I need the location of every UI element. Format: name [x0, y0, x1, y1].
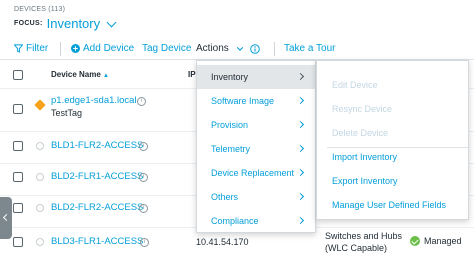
- select-all-checkbox[interactable]: [13, 70, 23, 80]
- submenu-item-delete-device[interactable]: Delete Device: [317, 121, 468, 145]
- actions-menu: Inventory Software Image Provision Telem…: [196, 60, 316, 233]
- menu-item-software-image[interactable]: Software Image: [197, 89, 315, 113]
- info-icon[interactable]: i: [140, 238, 149, 247]
- reachability-label: Managed: [424, 236, 462, 246]
- reachability-status: Managed: [410, 236, 462, 246]
- chevron-right-icon: [296, 96, 305, 105]
- plus-circle-icon: [71, 44, 80, 53]
- toolbar: Filter Add Device Tag Device Actions Tak…: [0, 38, 474, 60]
- focus-label: FOCUS:: [14, 20, 43, 27]
- menu-item-provision[interactable]: Provision: [197, 113, 315, 137]
- actions-button[interactable]: Actions: [196, 43, 260, 54]
- menu-item-compliance[interactable]: Compliance: [197, 209, 315, 233]
- tag-device-button[interactable]: Tag Device: [142, 43, 191, 54]
- take-tour-button[interactable]: Take a Tour: [284, 43, 336, 54]
- device-name-link[interactable]: BLD3-FLR1-ACCESS: [51, 236, 143, 247]
- page-header: DEVICES (113) FOCUS: Inventory: [14, 6, 117, 31]
- menu-item-inventory[interactable]: Inventory: [197, 65, 315, 89]
- info-icon[interactable]: i: [137, 97, 146, 106]
- submenu-item-import-inventory[interactable]: Import Inventory: [317, 145, 468, 169]
- focus-selector[interactable]: FOCUS: Inventory: [14, 16, 117, 31]
- take-tour-label: Take a Tour: [284, 43, 336, 54]
- column-header-ip[interactable]: IP: [188, 70, 196, 79]
- device-count-breadcrumb: DEVICES (113): [14, 6, 66, 13]
- row-checkbox[interactable]: [13, 141, 23, 151]
- chevron-down-icon[interactable]: [106, 17, 117, 27]
- filter-button[interactable]: Filter: [14, 43, 48, 54]
- info-icon[interactable]: [249, 43, 260, 54]
- device-name-link[interactable]: p1.edge1-sda1.local: [51, 95, 137, 106]
- inventory-submenu: Edit Device Resync Device Delete Device …: [316, 60, 469, 220]
- toolbar-divider: [274, 42, 275, 56]
- info-icon[interactable]: i: [139, 204, 148, 213]
- filter-icon: [14, 44, 23, 53]
- tag-icon: [34, 99, 46, 111]
- collapse-panel-handle[interactable]: [0, 197, 12, 239]
- device-status-icon: [34, 140, 46, 152]
- chevron-right-icon: [296, 72, 305, 81]
- row-checkbox[interactable]: [13, 172, 23, 182]
- chevron-right-icon: [296, 144, 305, 153]
- row-checkbox[interactable]: [13, 104, 23, 114]
- menu-item-others[interactable]: Others: [197, 185, 315, 209]
- filter-label: Filter: [26, 43, 49, 54]
- submenu-item-resync-device[interactable]: Resync Device: [317, 97, 468, 121]
- chevron-right-icon: [296, 120, 305, 129]
- submenu-item-edit-device[interactable]: Edit Device: [317, 73, 468, 97]
- ip-address: 10.41.54.170: [196, 237, 249, 247]
- device-name-link[interactable]: BLD1-FLR2-ACCESS: [51, 140, 143, 151]
- device-type: Switches and Hubs (WLC Capable): [325, 231, 403, 253]
- device-name-link[interactable]: BLD2-FLR2-ACCESS: [51, 202, 143, 213]
- row-checkbox[interactable]: [13, 237, 23, 247]
- check-circle-icon: [410, 236, 420, 246]
- device-name-link[interactable]: BLD2-FLR1-ACCESS: [51, 171, 143, 182]
- focus-value[interactable]: Inventory: [47, 16, 100, 31]
- submenu-item-manage-user-defined-fields[interactable]: Manage User Defined Fields: [317, 193, 468, 217]
- actions-label: Actions: [196, 43, 229, 54]
- device-tag: TestTag: [51, 108, 83, 118]
- menu-item-telemetry[interactable]: Telemetry: [197, 137, 315, 161]
- info-icon[interactable]: i: [139, 173, 148, 182]
- toolbar-divider: [60, 42, 61, 56]
- device-status-icon: [34, 171, 46, 183]
- add-device-label: Add Device: [83, 43, 135, 54]
- device-status-icon: [34, 236, 46, 248]
- chevron-right-icon: [296, 192, 305, 201]
- chevron-right-icon: [296, 216, 305, 225]
- chevron-right-icon: [296, 168, 305, 177]
- add-device-button[interactable]: Add Device: [71, 43, 134, 54]
- info-icon[interactable]: i: [139, 142, 148, 151]
- device-status-icon: [34, 202, 46, 214]
- tag-device-label: Tag Device: [142, 43, 192, 54]
- column-header-device-name[interactable]: Device Name ▲: [51, 70, 109, 79]
- menu-item-device-replacement[interactable]: Device Replacement: [197, 161, 315, 185]
- chevron-left-icon: [2, 213, 11, 222]
- row-checkbox[interactable]: [13, 203, 23, 213]
- chevron-down-icon: [236, 46, 243, 51]
- submenu-item-export-inventory[interactable]: Export Inventory: [317, 169, 468, 193]
